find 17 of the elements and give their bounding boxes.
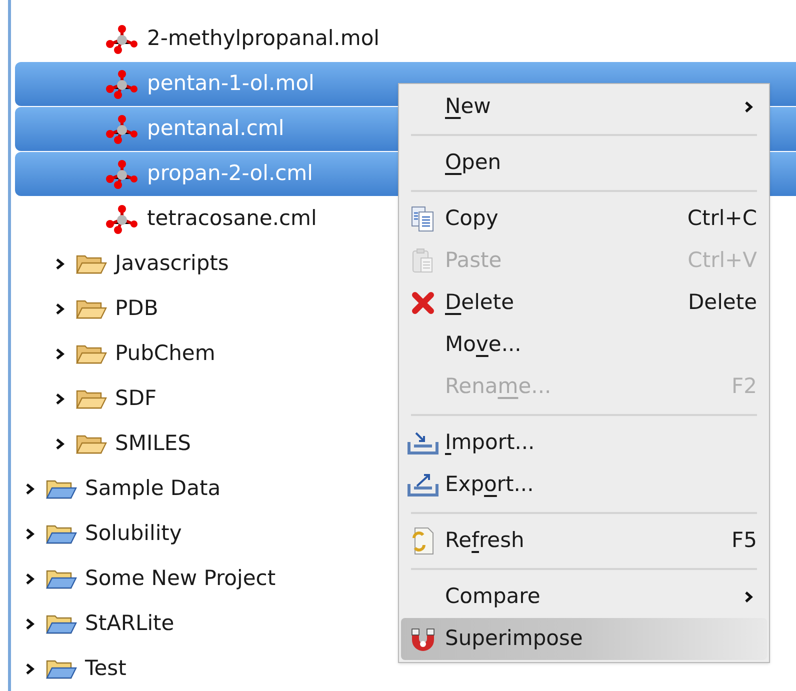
menu-item-label: Refresh [445, 528, 524, 552]
shortcut-label: F2 [732, 373, 758, 400]
menu-item-label: Import... [445, 430, 535, 454]
menu-item-label: Open [445, 150, 502, 174]
menu-item-label: Delete [445, 290, 514, 314]
menu-item-label: Compare [445, 584, 540, 608]
menu-item-label: Superimpose [445, 626, 583, 650]
shortcut-label: F5 [732, 527, 758, 554]
menu-item-label: Rename... [445, 374, 552, 398]
menu-item-label: Export... [445, 472, 534, 496]
shortcut-label: Ctrl+V [688, 247, 758, 274]
menu-item-label: Move... [445, 332, 522, 356]
menu-item-label: Copy [445, 206, 498, 230]
menu-item-label: New [445, 94, 491, 118]
shortcut-label: Delete [688, 289, 758, 316]
menu-item-label: Paste [445, 248, 502, 272]
shortcut-label: Ctrl+C [687, 205, 758, 232]
